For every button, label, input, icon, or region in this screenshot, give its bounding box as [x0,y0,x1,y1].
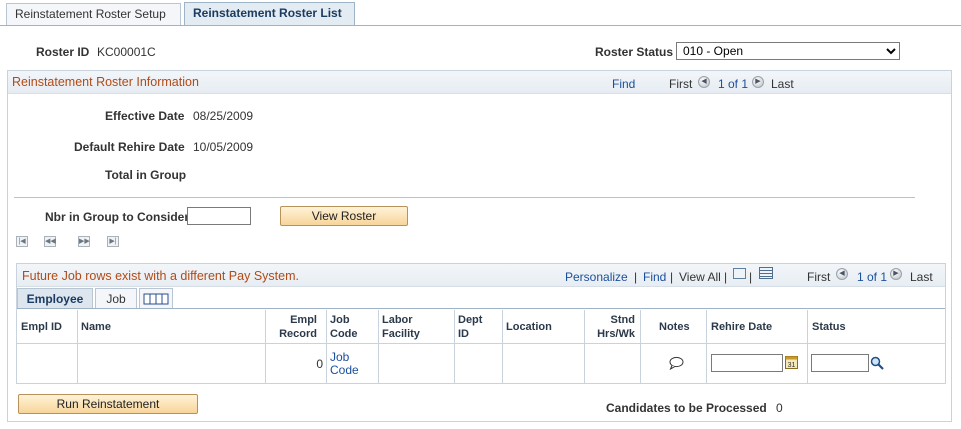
grid-find-link[interactable]: Find [643,270,666,284]
find-link[interactable]: Find [612,77,635,91]
roster-id-value: KC00001C [97,45,156,59]
tab-job[interactable]: Job [95,288,137,309]
separator: | [724,270,728,284]
status-cell [808,344,945,383]
dept-id-cell [455,344,503,383]
tab-label: Reinstatement Roster Setup [15,7,166,21]
svg-text:31: 31 [788,362,796,369]
grid-title: Future Job rows exist with a different P… [22,269,299,283]
job-code-link[interactable]: Job Code [330,351,359,377]
last-record-icon[interactable]: ▶| [107,236,119,247]
tab-reinstatement-roster-setup[interactable]: Reinstatement Roster Setup [6,3,181,25]
view-roster-button[interactable]: View Roster [280,206,408,226]
default-rehire-date-label: Default Rehire Date [74,140,185,154]
grid-tab-divider [17,308,945,309]
default-rehire-date-value: 10/05/2009 [193,140,254,154]
col-labor-facility[interactable]: Labor Facility [379,310,455,344]
comment-icon[interactable] [668,356,684,370]
personalize-link[interactable]: Personalize [565,270,628,284]
next-record-icon[interactable]: ▶▶ [78,236,90,247]
rehire-date-cell: 31 [707,344,808,383]
separator: | [749,270,753,284]
download-icon[interactable] [759,267,773,279]
rehire-date-input[interactable] [711,354,783,372]
calendar-icon[interactable]: 31 [785,355,798,369]
separator: | [634,270,638,284]
effective-date-label: Effective Date [105,109,185,123]
col-dept-id[interactable]: Dept ID [455,310,503,344]
row-count: 1 of 1 [718,77,749,91]
section-divider [14,197,915,198]
last-label: Last [771,77,794,91]
lookup-icon[interactable] [870,356,884,370]
empl-record-value: 0 [316,357,323,371]
roster-information-title: Reinstatement Roster Information [12,75,199,89]
grid-previous-icon[interactable]: ◀ [836,268,848,280]
nbr-in-group-label: Nbr in Group to Consider [45,210,189,224]
grid-last-label: Last [910,270,933,284]
col-job-code[interactable]: Job Code [327,310,379,344]
first-label: First [669,77,693,91]
roster-status-select[interactable]: 010 - Open [676,42,900,60]
stnd-hrs-cell [585,344,641,383]
candidates-label: Candidates to be Processed [606,401,767,415]
empl-id-cell [17,344,78,383]
total-in-group-label: Total in Group [105,168,187,182]
run-reinstatement-button[interactable]: Run Reinstatement [18,394,198,414]
tab-label: Reinstatement Roster List [193,6,342,20]
separator: | [670,270,674,284]
status-input[interactable] [811,354,869,372]
col-name[interactable]: Name [78,310,266,344]
job-code-cell: Job Code [327,344,379,383]
next-icon[interactable]: ▶ [752,76,764,88]
col-stnd-hrs[interactable]: Stnd Hrs/Wk [585,310,641,344]
tab-divider [0,25,961,26]
view-all-link[interactable]: View All [679,270,721,284]
empl-record-cell: 0 [266,344,327,383]
col-empl-record[interactable]: Empl Record [266,310,327,344]
location-cell [503,344,585,383]
show-all-columns-icon[interactable] [139,288,173,309]
roster-status-label: Roster Status [595,45,674,59]
roster-id-label: Roster ID [36,45,90,59]
col-status[interactable]: Status [808,310,945,344]
grid-first-label: First [807,270,831,284]
notes-cell [641,344,707,383]
labor-facility-cell [379,344,455,383]
grid-row-count: 1 of 1 [857,270,888,284]
nbr-in-group-input[interactable] [187,207,251,225]
tab-employee[interactable]: Employee [17,288,93,309]
grid-next-icon[interactable]: ▶ [890,268,902,280]
col-location[interactable]: Location [503,310,585,344]
effective-date-value: 08/25/2009 [193,109,254,123]
columns-icon [143,293,169,305]
previous-icon[interactable]: ◀ [698,76,710,88]
zoom-grid-icon[interactable] [733,268,746,279]
col-notes[interactable]: Notes [641,310,707,344]
name-cell [78,344,266,383]
tab-reinstatement-roster-list[interactable]: Reinstatement Roster List [184,2,355,26]
previous-record-icon[interactable]: ◀◀ [44,236,56,247]
first-record-icon[interactable]: |◀ [16,236,28,247]
col-empl-id[interactable]: Empl ID [17,310,78,344]
candidates-value: 0 [776,401,783,415]
col-rehire-date[interactable]: Rehire Date [707,310,808,344]
